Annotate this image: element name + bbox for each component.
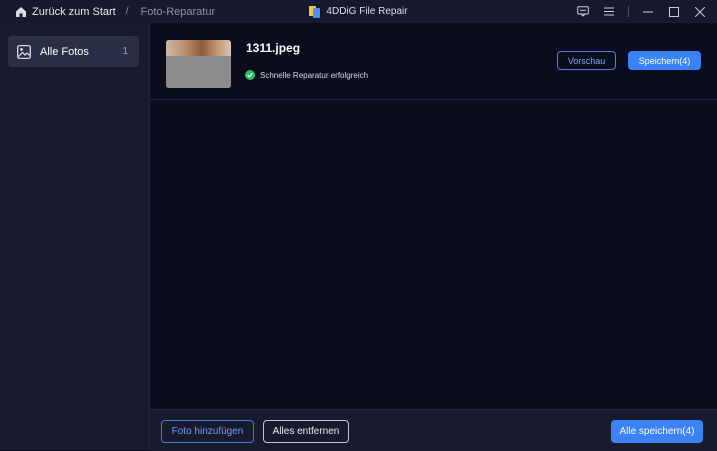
window-controls [576, 0, 707, 23]
home-icon[interactable] [15, 6, 27, 18]
thumbnail-image-part [166, 40, 231, 56]
maximize-icon [669, 6, 679, 17]
feedback-icon [577, 6, 589, 17]
sidebar-item-count: 1 [122, 46, 128, 57]
save-button[interactable]: Speichern(4) [628, 51, 701, 70]
breadcrumb-separator: / [125, 6, 129, 17]
list-item: 1311.jpeg Schnelle Reparatur erfolgreich… [150, 23, 717, 100]
title-bar: Zurück zum Start / Foto-Reparatur 4DDiG … [0, 0, 717, 23]
close-icon [695, 6, 705, 17]
sidebar-item-label: Alle Fotos [40, 45, 89, 58]
main-panel: 1311.jpeg Schnelle Reparatur erfolgreich… [150, 23, 717, 451]
file-name: 1311.jpeg [246, 41, 301, 55]
photo-thumbnail[interactable] [166, 40, 231, 88]
minimize-icon [643, 11, 653, 12]
thumbnail-gray-area [166, 56, 231, 88]
back-nav: Zurück zum Start / Foto-Reparatur [0, 0, 215, 23]
app-logo-icon [309, 5, 321, 18]
feedback-button[interactable] [576, 5, 590, 19]
back-to-start-link[interactable]: Zurück zum Start [32, 6, 116, 18]
app-title: 4DDiG File Repair [326, 6, 408, 17]
menu-button[interactable] [602, 5, 616, 19]
maximize-button[interactable] [667, 5, 681, 19]
minimize-button[interactable] [641, 5, 655, 19]
breadcrumb: Foto-Reparatur [140, 5, 216, 18]
sidebar-item-all-photos[interactable]: Alle Fotos 1 [8, 36, 139, 67]
image-icon [17, 44, 31, 59]
bottom-action-bar: Foto hinzufügen Alles entfernen Alle spe… [150, 409, 717, 451]
save-all-button[interactable]: Alle speichern(4) [611, 420, 703, 443]
sidebar: Alle Fotos 1 [0, 23, 150, 450]
close-button[interactable] [693, 5, 707, 19]
menu-icon [604, 7, 614, 16]
repair-status: Schnelle Reparatur erfolgreich [245, 70, 368, 80]
remove-all-button[interactable]: Alles entfernen [263, 420, 349, 443]
check-circle-icon [245, 70, 255, 80]
add-photo-button[interactable]: Foto hinzufügen [161, 420, 254, 443]
status-text: Schnelle Reparatur erfolgreich [260, 70, 369, 80]
preview-button[interactable]: Vorschau [557, 51, 616, 70]
controls-divider [628, 6, 629, 17]
